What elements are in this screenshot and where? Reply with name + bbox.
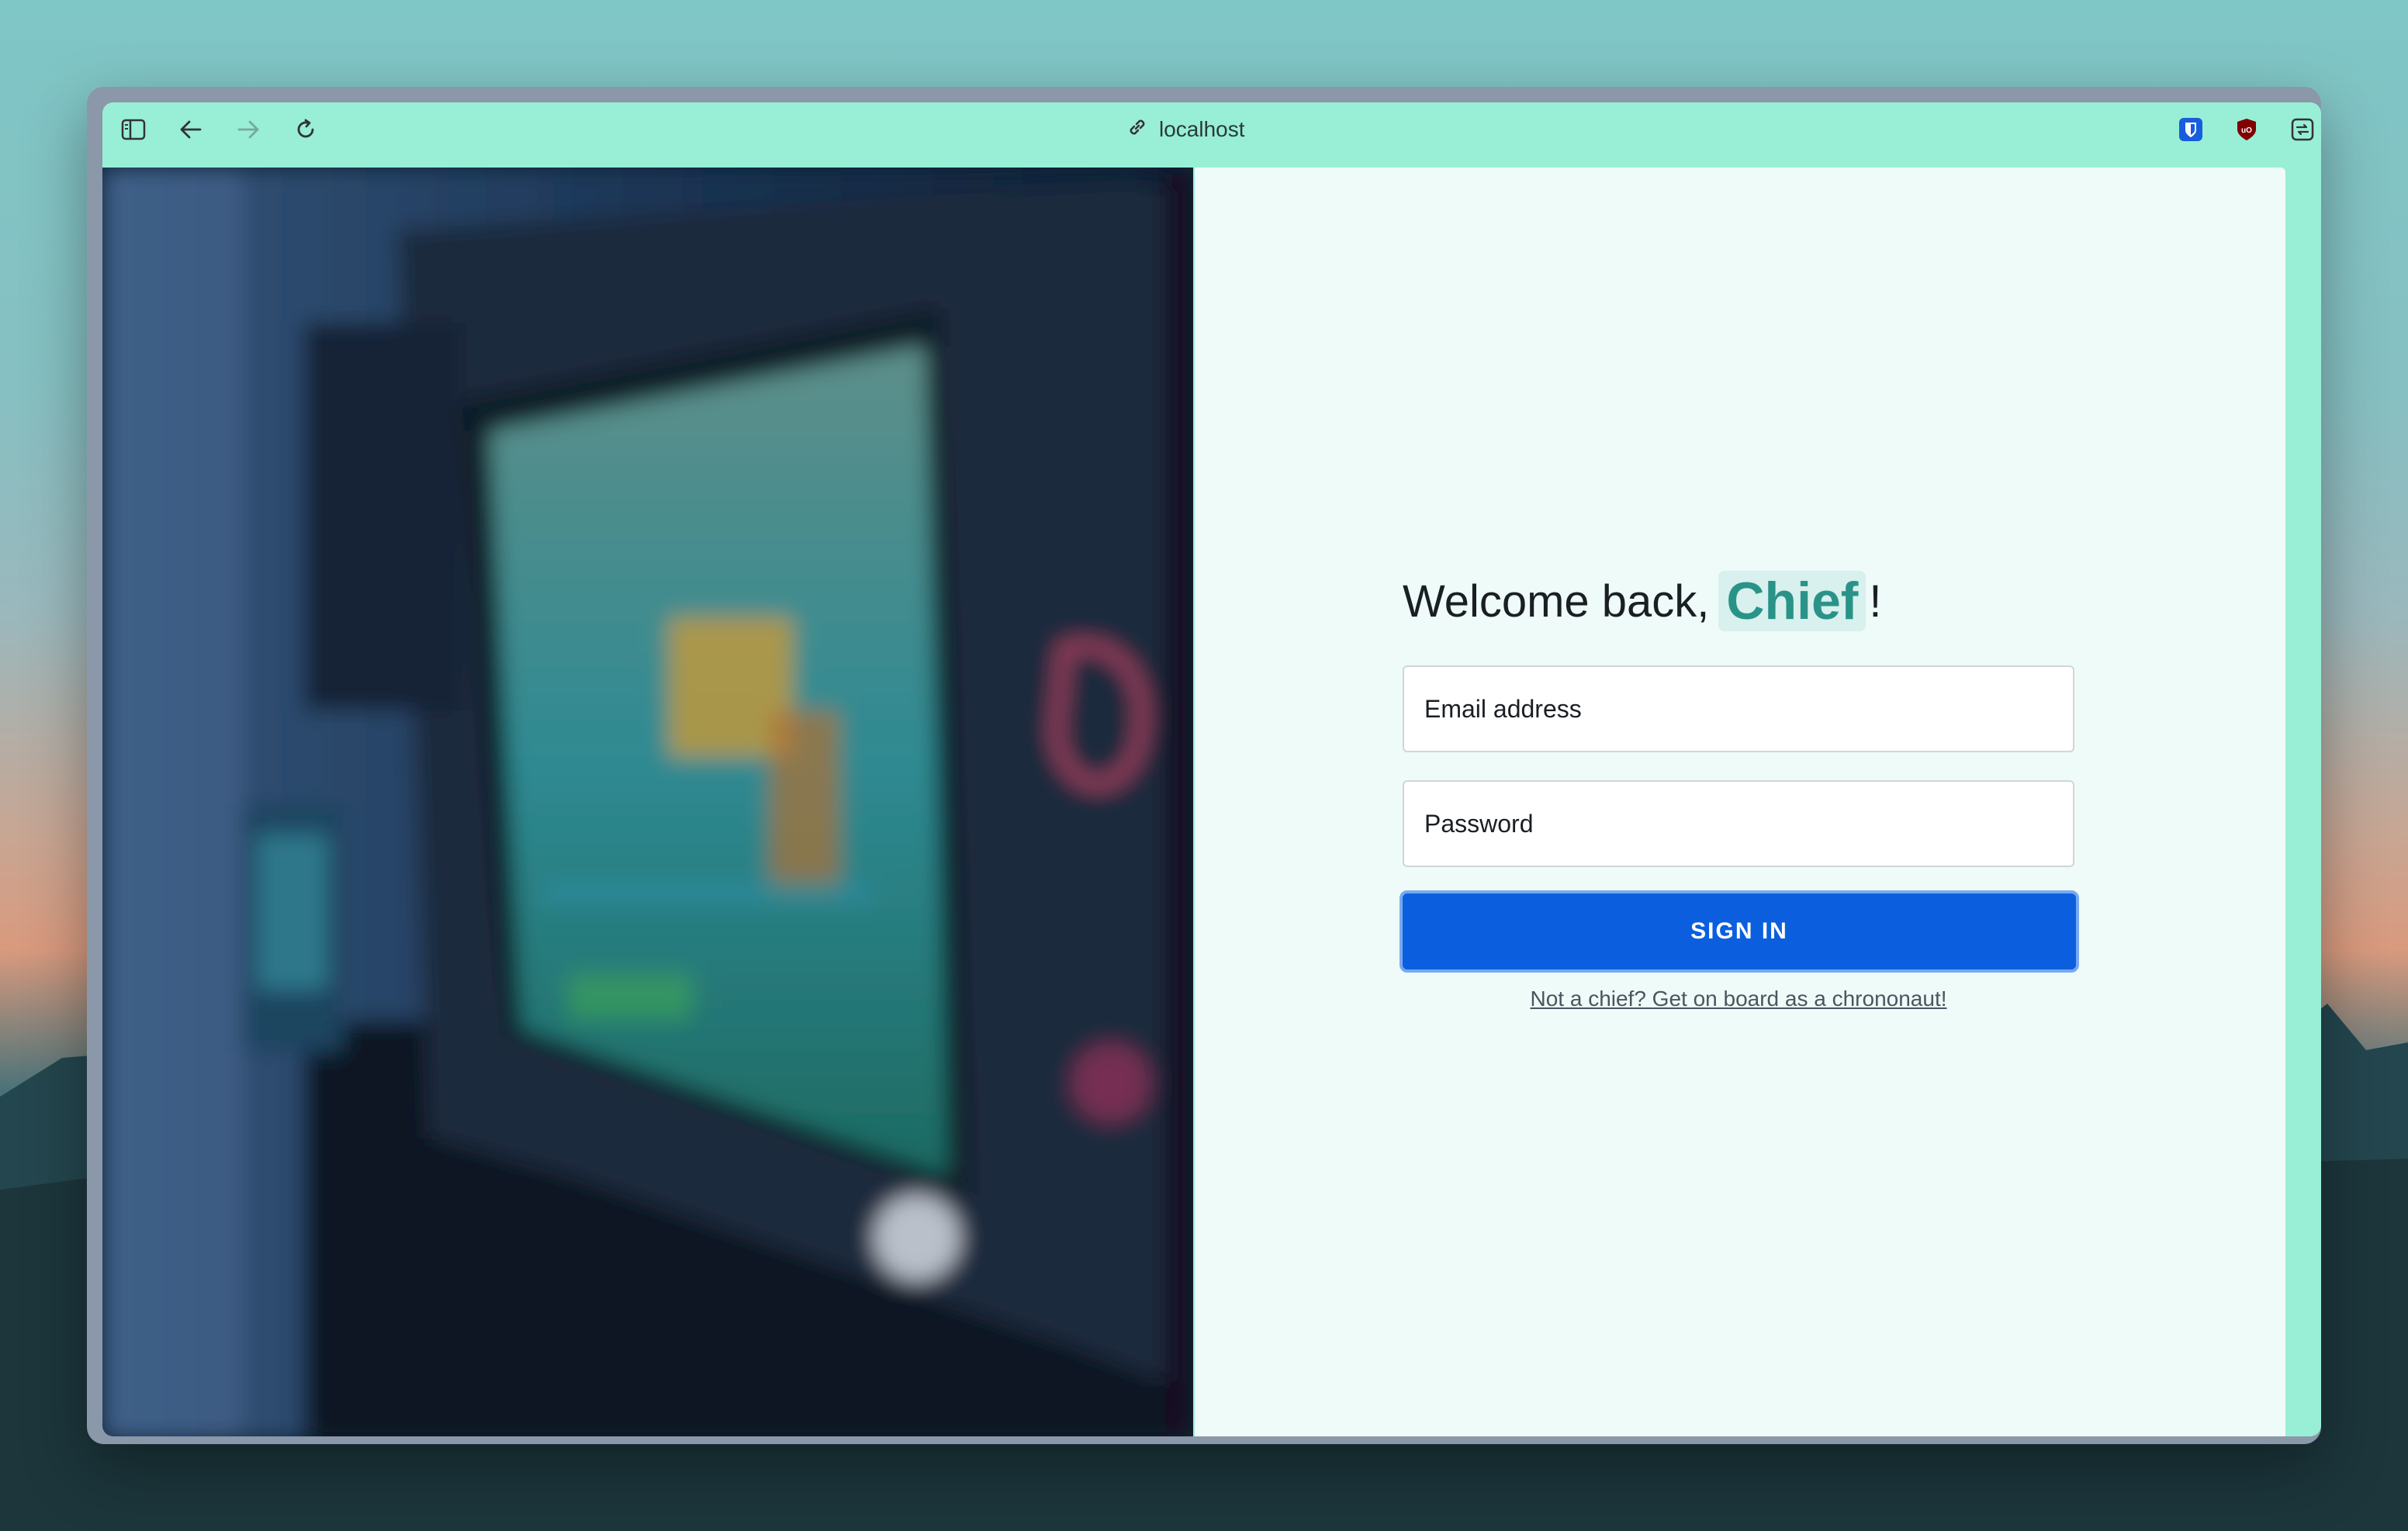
signup-link[interactable]: Not a chief? Get on board as a chrononau…: [1403, 987, 2074, 1011]
sidebar-toggle-icon[interactable]: [119, 116, 147, 143]
forward-arrow-icon[interactable]: [234, 116, 262, 143]
svg-text:uO: uO: [2241, 126, 2252, 135]
user-name-highlight: Chief: [1718, 571, 1867, 631]
greeting-text: Welcome back,: [1403, 575, 1710, 627]
url-text: localhost: [1159, 117, 1245, 141]
browser-toolbar: localhost uO: [102, 102, 2321, 157]
link-icon: [1126, 116, 1148, 143]
address-bar[interactable]: localhost: [1126, 113, 1245, 146]
reload-icon[interactable]: [292, 116, 320, 143]
retro-tv-background-image: [102, 168, 1193, 1436]
ublock-origin-icon[interactable]: uO: [2233, 116, 2261, 143]
greeting-exclamation: !: [1869, 575, 1882, 627]
bitwarden-shield-icon[interactable]: [2177, 116, 2205, 143]
browser-window-frame: localhost uO: [87, 87, 2321, 1444]
browser-window: localhost uO: [102, 102, 2321, 1436]
welcome-heading: Welcome back, Chief !: [1403, 566, 1882, 636]
extension-icon[interactable]: [2289, 116, 2316, 143]
back-arrow-icon[interactable]: [177, 116, 205, 143]
sign-in-button[interactable]: SIGN IN: [1399, 890, 2079, 973]
email-field[interactable]: [1403, 665, 2074, 752]
password-field[interactable]: [1403, 780, 2074, 867]
